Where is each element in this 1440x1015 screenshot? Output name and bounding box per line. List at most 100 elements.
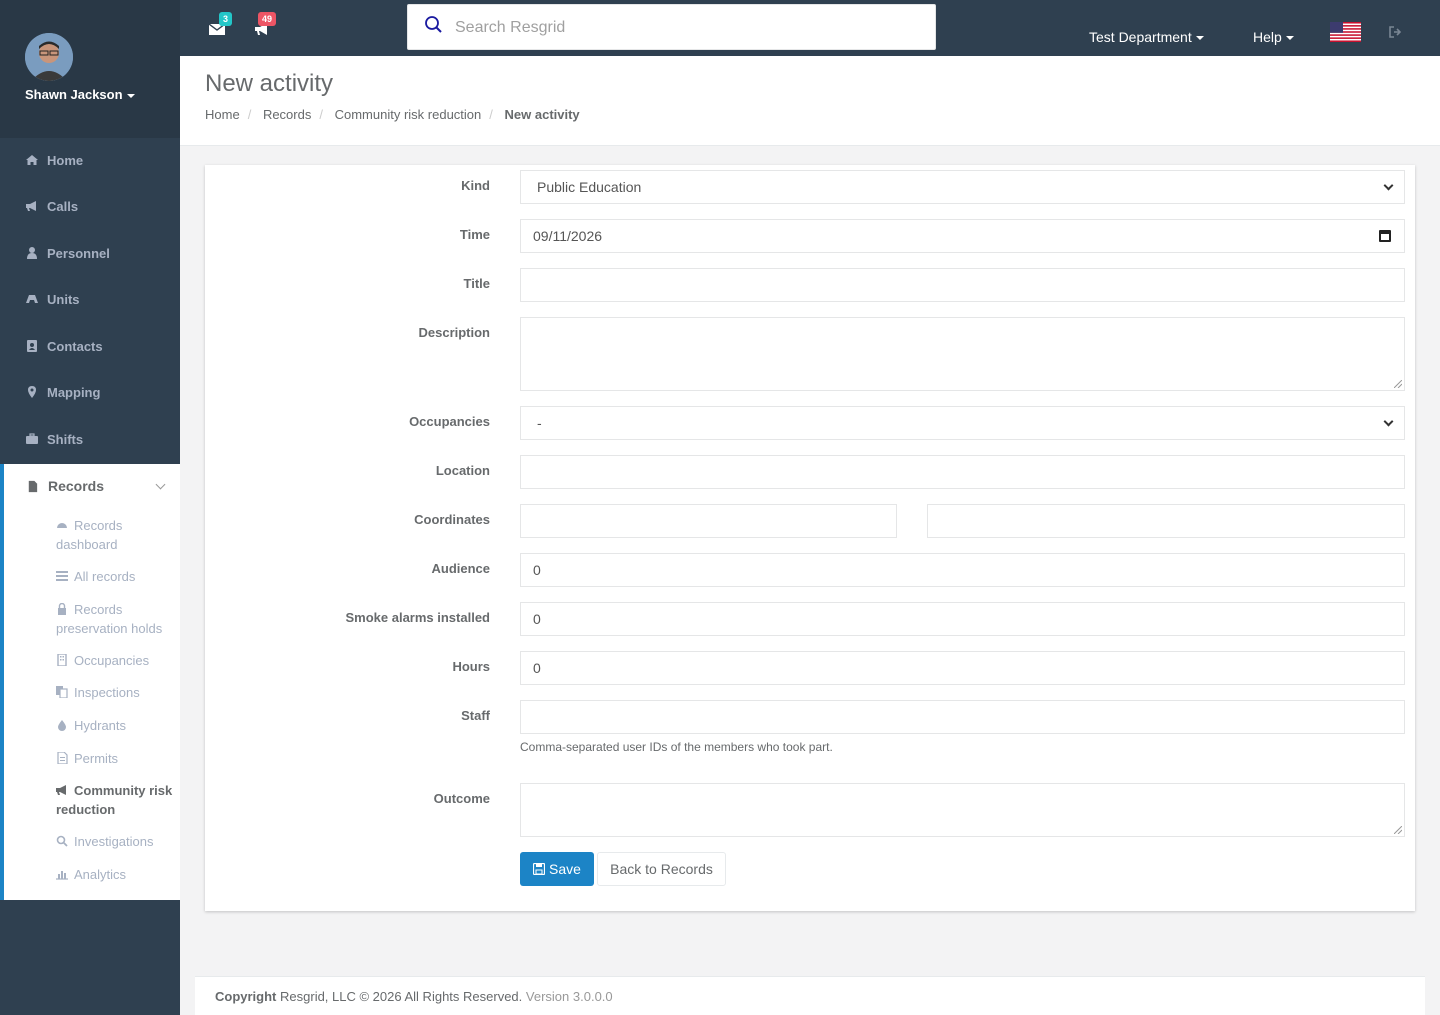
sidebar-item-label: Mapping: [47, 384, 101, 400]
submenu-preservation-holds[interactable]: Records preservation holds: [56, 600, 176, 638]
sidebar-item-home[interactable]: Home: [0, 137, 180, 183]
submenu-community-risk-reduction[interactable]: Community risk reduction: [56, 781, 176, 819]
briefcase-icon: [26, 433, 38, 444]
audience-input[interactable]: 0: [520, 553, 1405, 587]
help-dropdown[interactable]: Help: [1253, 29, 1294, 45]
time-date-input[interactable]: 09/11/2026: [520, 219, 1405, 253]
staff-label: Staff: [461, 708, 490, 723]
bullhorn-icon: [26, 201, 36, 211]
page-title: New activity: [205, 70, 334, 97]
user-name: Shawn Jackson: [25, 87, 123, 102]
breadcrumb-records[interactable]: Records: [263, 107, 311, 122]
calendar-icon[interactable]: [1379, 230, 1391, 242]
profile-name-dropdown[interactable]: Shawn Jackson: [25, 87, 135, 102]
page-heading: New activity Home / Records / Community ri…: [180, 56, 1440, 146]
smoke-alarms-label: Smoke alarms installed: [345, 610, 490, 625]
caret-down-icon: [126, 93, 135, 98]
file-icon: [28, 480, 38, 492]
occupancies-select[interactable]: -: [520, 406, 1405, 440]
submenu-permits[interactable]: Permits: [56, 749, 176, 768]
us-flag-icon[interactable]: [1330, 22, 1361, 42]
floppy-disk-icon: [533, 863, 546, 875]
sidebar-item-personnel[interactable]: Personnel: [0, 230, 180, 276]
kind-value: Public Education: [537, 179, 642, 195]
location-label: Location: [435, 463, 490, 478]
list-icon: [56, 571, 68, 581]
submenu-inspections[interactable]: Inspections: [56, 683, 176, 702]
time-value: 09/11/2026: [533, 228, 603, 244]
address-book-icon: [27, 340, 37, 352]
chevron-down-icon: [1383, 180, 1394, 191]
sign-out-icon[interactable]: [1389, 26, 1403, 38]
search-icon: [56, 835, 68, 847]
outcome-label: Outcome: [433, 791, 490, 806]
description-textarea[interactable]: [520, 317, 1405, 391]
submenu-hydrants[interactable]: Hydrants: [56, 716, 176, 735]
breadcrumb-community-risk-reduction[interactable]: Community risk reduction: [335, 107, 482, 122]
sidebar-item-label: Home: [47, 152, 84, 168]
avatar[interactable]: [25, 33, 73, 81]
caret-down-icon: [1195, 36, 1204, 41]
breadcrumb: Home / Records / Community risk reduction /…: [205, 107, 580, 122]
search-placeholder: Search Resgrid: [455, 19, 566, 36]
sidebar-item-label: Contacts: [47, 338, 103, 354]
sidebar-item-shifts[interactable]: Shifts: [0, 416, 180, 462]
time-label: Time: [459, 227, 490, 242]
sidebar-item-calls[interactable]: Calls: [0, 183, 180, 229]
smoke-alarms-input[interactable]: 0: [520, 602, 1405, 636]
copy-icon: [56, 686, 68, 698]
submenu-investigations[interactable]: Investigations: [56, 832, 176, 851]
outcome-textarea[interactable]: [520, 783, 1405, 837]
kind-label: Kind: [461, 178, 490, 193]
tint-icon: [58, 720, 66, 731]
footer-text: Copyright Resgrid, LLC © 2026 All Rights…: [215, 989, 613, 1004]
breadcrumb-home[interactable]: Home: [205, 107, 240, 122]
sidebar-item-contacts[interactable]: Contacts: [0, 323, 180, 369]
sidebar-item-records[interactable]: Records: [4, 464, 180, 508]
title-label: Title: [463, 276, 491, 291]
search-icon: [425, 16, 442, 33]
longitude-input[interactable]: [927, 504, 1405, 538]
sidebar-item-mapping[interactable]: Mapping: [0, 369, 180, 415]
occupancies-label: Occupancies: [409, 414, 490, 429]
latitude-input[interactable]: [520, 504, 897, 538]
map-marker-icon: [28, 386, 36, 398]
footer: Copyright Resgrid, LLC © 2026 All Rights…: [195, 976, 1425, 1015]
kind-select[interactable]: Public Education: [520, 170, 1405, 204]
sidebar-item-units[interactable]: Units: [0, 276, 180, 322]
save-button[interactable]: Save: [520, 852, 594, 886]
hours-input[interactable]: 0: [520, 651, 1405, 685]
sidebar-item-label: Records: [48, 478, 105, 494]
staff-input[interactable]: [520, 700, 1405, 734]
caret-down-icon: [1285, 36, 1294, 41]
back-to-records-button[interactable]: Back to Records: [597, 852, 726, 886]
search-input[interactable]: Search Resgrid: [407, 4, 936, 50]
location-input[interactable]: [520, 455, 1405, 489]
file-text-icon: [57, 752, 68, 764]
building-icon: [57, 654, 67, 666]
sidebar-item-label: Calls: [47, 198, 79, 214]
top-navbar: 3 49 Search Resgrid Test Department Help: [180, 0, 1440, 56]
resize-handle-icon[interactable]: [1394, 380, 1402, 388]
submenu-all-records[interactable]: All records: [56, 567, 176, 586]
title-input[interactable]: [520, 268, 1405, 302]
activity-form-panel: Kind Public Education Time 09/11/2026 Ti…: [205, 165, 1415, 911]
sidebar-item-label: Shifts: [47, 431, 84, 447]
department-dropdown[interactable]: Test Department: [1089, 29, 1204, 45]
submenu-occupancies[interactable]: Occupancies: [56, 651, 176, 670]
submenu-records-dashboard[interactable]: Records dashboard: [56, 516, 176, 554]
sidebar: Shawn Jackson Home Calls Personnel Units…: [0, 0, 180, 1015]
description-label: Description: [418, 325, 490, 340]
submenu-analytics[interactable]: Analytics: [56, 865, 176, 884]
breadcrumb-current: New activity: [504, 107, 580, 122]
hours-label: Hours: [452, 659, 490, 674]
user-icon: [27, 247, 37, 259]
truck-icon: [26, 295, 38, 303]
profile-header: Shawn Jackson: [0, 0, 180, 138]
lock-icon: [58, 603, 66, 615]
occupancies-value: -: [537, 415, 542, 431]
chevron-down-icon: [155, 479, 166, 490]
records-submenu: Records Records dashboard All records Re…: [0, 464, 180, 900]
resize-handle-icon[interactable]: [1394, 826, 1402, 834]
coordinates-label: Coordinates: [414, 512, 490, 527]
